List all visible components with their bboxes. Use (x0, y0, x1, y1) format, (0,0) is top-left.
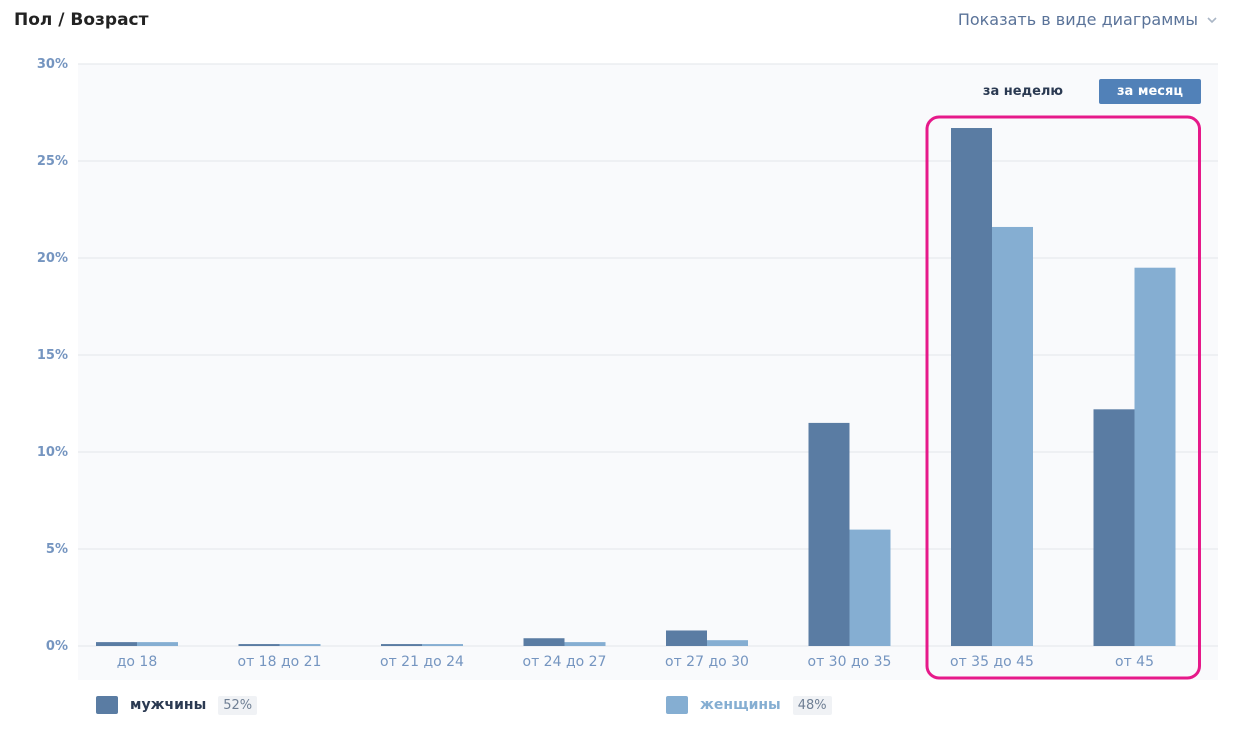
y-tick-label: 20% (37, 251, 68, 266)
x-tick-label: от 24 до 27 (523, 654, 607, 670)
x-tick-label: от 21 до 24 (380, 654, 464, 670)
y-tick-label: 5% (46, 542, 68, 557)
bar-men[interactable] (808, 422, 850, 646)
legend-swatch-women (666, 696, 688, 714)
y-tick-label: 0% (46, 639, 68, 654)
bar-men[interactable] (96, 642, 137, 646)
age-gender-chart: 0% 5% 10% 15% 20% 25% 30% до 18 от 18 до 21 от 2… (37, 57, 1218, 680)
plot-area (78, 64, 1218, 680)
bar-men[interactable] (238, 644, 280, 646)
bar-women[interactable] (849, 529, 891, 646)
x-tick-label: от 18 до 21 (238, 654, 322, 670)
bar-men[interactable] (1093, 409, 1135, 646)
y-tick-label: 10% (37, 445, 68, 460)
period-week-button[interactable]: за неделю (966, 79, 1080, 104)
legend-label-men: мужчины (130, 697, 207, 713)
x-tick-label: до 18 (117, 654, 158, 670)
legend-item-men: мужчины 52% (96, 692, 258, 718)
legend-item-women: женщины 48% (666, 692, 832, 718)
bar-men[interactable] (381, 644, 422, 646)
x-tick-label: от 35 до 45 (950, 654, 1034, 670)
y-tick-label: 15% (37, 348, 68, 363)
legend-percent-men: 52% (218, 695, 258, 715)
bar-women[interactable] (137, 642, 178, 646)
bar-women[interactable] (992, 226, 1033, 646)
bar-men[interactable] (666, 630, 707, 646)
bar-men[interactable] (523, 638, 565, 646)
x-tick-label: от 30 до 35 (808, 654, 892, 670)
y-axis-ticks: 0% 5% 10% 15% 20% 25% 30% (37, 57, 68, 654)
legend-label-women: женщины (700, 697, 781, 713)
bar-women[interactable] (422, 644, 463, 646)
y-tick-label: 30% (37, 57, 68, 72)
bar-men[interactable] (951, 128, 992, 646)
period-month-button[interactable]: за месяц (1099, 79, 1201, 104)
x-tick-label: от 45 (1115, 654, 1154, 670)
bar-women[interactable] (279, 644, 321, 646)
legend-swatch-men (96, 696, 118, 714)
bar-women[interactable] (1134, 267, 1176, 646)
bar-women[interactable] (707, 640, 748, 646)
y-tick-label: 25% (37, 154, 68, 169)
legend-percent-women: 48% (792, 695, 832, 715)
x-tick-label: от 27 до 30 (665, 654, 749, 670)
bar-women[interactable] (564, 642, 606, 646)
